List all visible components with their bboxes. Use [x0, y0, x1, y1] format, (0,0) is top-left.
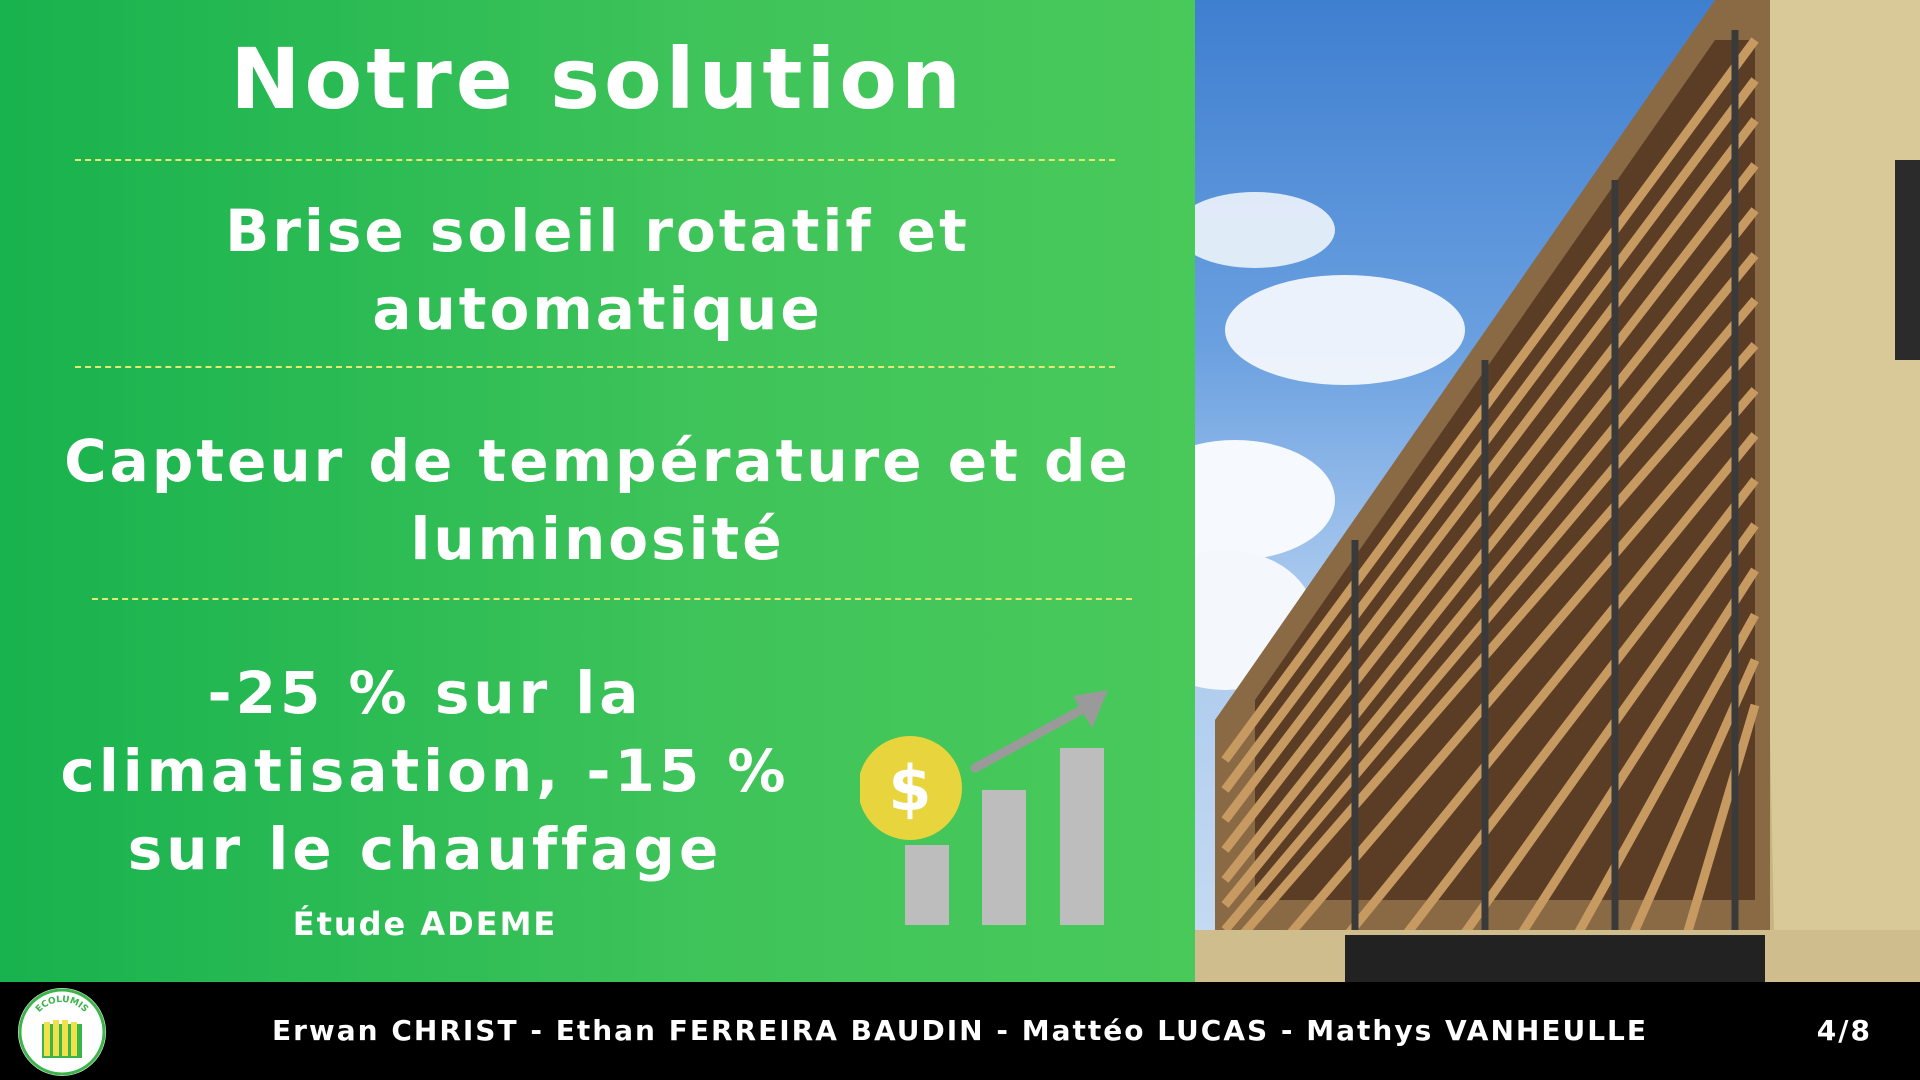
stat-line: climatisation, -15 % [60, 737, 790, 805]
point-sensor: Capteur de température et de luminosité [0, 422, 1195, 578]
authors: Erwan CHRIST - Ethan FERREIRA BAUDIN - M… [271, 1014, 1649, 1047]
separator [75, 366, 1115, 368]
stat-line: sur le chauffage [127, 815, 723, 883]
footer-bar: Erwan CHRIST - Ethan FERREIRA BAUDIN - M… [0, 982, 1920, 1080]
point-line: luminosité [410, 505, 785, 573]
savings-stat: -25 % sur la climatisation, -15 % sur le… [0, 654, 850, 888]
page-number: 4/8 [1816, 1014, 1872, 1047]
content-panel: Notre solution Brise soleil rotatif et a… [0, 0, 1195, 982]
point-line: automatique [372, 275, 823, 343]
building-photo [1195, 0, 1920, 982]
stat-line: -25 % sur la [207, 659, 643, 727]
slide-title: Notre solution [230, 30, 965, 128]
ecolumis-logo: ECOLUMIS [18, 988, 106, 1076]
dollar-icon: $ [888, 752, 931, 825]
separator [75, 159, 1115, 161]
point-line: Brise soleil rotatif et [225, 197, 970, 265]
point-rotating-shade: Brise soleil rotatif et automatique [0, 192, 1195, 348]
money-growth-icon: $ [860, 690, 1108, 925]
point-line: Capteur de température et de [64, 427, 1131, 495]
source-label: Étude ADEME [292, 905, 558, 943]
separator [92, 598, 1132, 600]
